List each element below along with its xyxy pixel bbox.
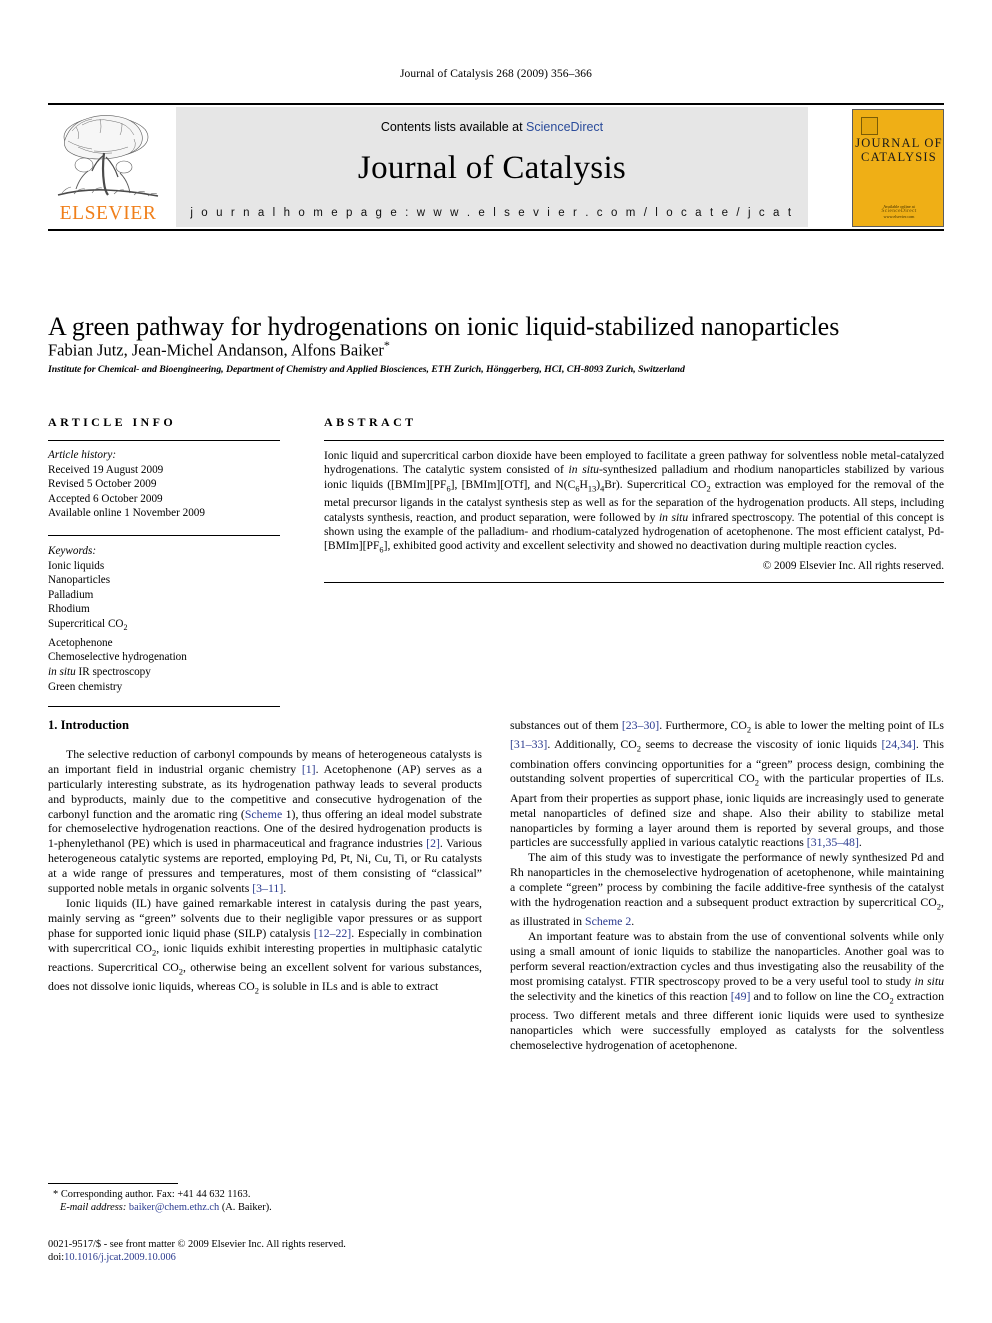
keyword-item: Acetophenone	[48, 636, 113, 649]
imprint-line: 0021-9517/$ - see front matter © 2009 El…	[48, 1239, 346, 1250]
keyword-item: Nanoparticles	[48, 574, 111, 587]
journal-title: Journal of Catalysis	[357, 150, 627, 186]
doi-link[interactable]: 10.1016/j.jcat.2009.10.006	[64, 1252, 176, 1263]
keyword-item: Chemoselective hydrogenation	[48, 651, 187, 664]
citation-link[interactable]: [31,35–48]	[807, 835, 859, 849]
cover-title-line1: JOURNAL OF	[855, 136, 943, 150]
abstract-section: ABSTRACT Ionic liquid and supercritical …	[324, 415, 944, 583]
article-history-label: Article history:	[48, 449, 117, 461]
citation-link[interactable]: [23–30]	[622, 718, 659, 732]
journal-homepage[interactable]: j o u r n a l h o m e p a g e : w w w . …	[176, 207, 808, 219]
article-info-bottom-rule	[48, 706, 280, 708]
history-revised: Revised 5 October 2009	[48, 478, 157, 491]
history-online: Available online 1 November 2009	[48, 507, 205, 520]
footnote-rule	[48, 1183, 178, 1184]
doi-label: doi:	[48, 1252, 65, 1264]
contents-prefix: Contents lists available at	[380, 120, 527, 134]
keyword-item: Ionic liquids	[48, 559, 105, 572]
paragraph: The aim of this study was to investigate…	[510, 850, 944, 929]
corresponding-author-footnote: * Corresponding author. Fax: +41 44 632 …	[48, 1183, 482, 1214]
email-link[interactable]: baiker@chem.ethz.ch	[129, 1202, 219, 1213]
imprint-block: 0021-9517/$ - see front matter © 2009 El…	[48, 1238, 488, 1265]
abstract-copyright: © 2009 Elsevier Inc. All rights reserved…	[762, 559, 944, 572]
keyword-item: Rhodium	[48, 603, 90, 616]
journal-masthead: ELSEVIER Contents lists available at Sci…	[48, 103, 944, 231]
citation-link[interactable]: [3–11]	[252, 881, 283, 895]
abstract-bottom-rule	[324, 581, 944, 583]
citation-link[interactable]: [1]	[302, 762, 316, 776]
citation-link[interactable]: [49]	[731, 989, 751, 1003]
paragraph: Ionic liquids (IL) have gained remarkabl…	[48, 895, 482, 996]
keyword-item: in situ IR spectroscopy	[48, 665, 151, 678]
keywords-label: Keywords:	[48, 544, 97, 557]
citation-link[interactable]: [31–33]	[510, 737, 547, 751]
introduction-left-column: 1. Introduction The selective reduction …	[48, 718, 482, 998]
asterisk-icon: *	[53, 1189, 59, 1200]
cover-footer-line3: www.elsevier.com	[883, 214, 915, 219]
keyword-item: Supercritical CO2	[48, 617, 128, 633]
article-info-heading: ARTICLE INFO	[48, 415, 177, 429]
cover-title-line2: CATALYSIS	[861, 150, 937, 164]
contents-line: Contents lists available at ScienceDirec…	[176, 120, 808, 134]
paragraph: The selective reduction of carbonyl comp…	[48, 746, 482, 896]
elsevier-tree-icon	[57, 115, 159, 197]
history-received: Received 19 August 2009	[48, 463, 164, 476]
journal-cover-thumbnail: JOURNAL OF CATALYSIS Available online at…	[852, 109, 944, 227]
keyword-item: Palladium	[48, 588, 94, 601]
citation-link[interactable]: [12–22]	[314, 926, 351, 940]
section-heading-introduction: 1. Introduction	[48, 718, 129, 732]
introduction-right-column: substances out of them [23–30]. Furtherm…	[510, 718, 944, 1053]
history-accepted: Accepted 6 October 2009	[48, 492, 163, 505]
paragraph: An important feature was to abstain from…	[510, 929, 944, 1052]
abstract-heading: ABSTRACT	[324, 415, 417, 429]
footnote-corresponding: * Corresponding author. Fax: +41 44 632 …	[48, 1188, 482, 1201]
article-history: Article history: Received 19 August 2009…	[48, 448, 280, 521]
cover-footer: Available online at ScienceDirect www.el…	[853, 204, 945, 219]
footnote-corresponding-text: Corresponding author. Fax: +41 44 632 11…	[60, 1189, 251, 1200]
keywords-rule	[48, 534, 280, 536]
citation-link[interactable]: [2]	[426, 836, 440, 850]
paragraph: substances out of them [23–30]. Furtherm…	[510, 718, 944, 850]
footnote-email: E-mail address: baiker@chem.ethz.ch (A. …	[48, 1201, 482, 1214]
keywords-list: Keywords: Ionic liquids Nanoparticles Pa…	[48, 544, 280, 694]
doi-line: doi:10.1016/j.jcat.2009.10.006	[48, 1251, 488, 1264]
scheme-link[interactable]: Scheme	[245, 807, 282, 821]
elsevier-wordmark: ELSEVIER	[59, 203, 157, 224]
sciencedirect-link[interactable]: ScienceDirect	[526, 120, 603, 134]
running-head: Journal of Catalysis 268 (2009) 356–366	[399, 68, 593, 80]
cover-elsevier-icon	[861, 117, 878, 135]
article-info-section: ARTICLE INFO Article history: Received 1…	[48, 415, 280, 708]
abstract-text: Ionic liquid and supercritical carbon di…	[324, 449, 945, 555]
article-page: Journal of Catalysis 268 (2009) 356–366	[0, 0, 992, 1323]
keyword-item: Green chemistry	[48, 680, 123, 693]
email-suffix: (A. Baiker).	[221, 1202, 272, 1214]
author-names: Fabian Jutz, Jean-Michel Andanson, Alfon…	[48, 340, 384, 360]
abstract-rule	[324, 440, 944, 441]
journal-banner: Contents lists available at ScienceDirec…	[176, 107, 808, 227]
article-info-rule	[48, 440, 280, 441]
email-label: E-mail address:	[60, 1202, 127, 1214]
author-list: Fabian Jutz, Jean-Michel Andanson, Alfon…	[48, 338, 944, 361]
citation-link[interactable]: [24,34]	[881, 737, 915, 751]
scheme-link[interactable]: Scheme 2	[585, 914, 631, 928]
cover-title: JOURNAL OF CATALYSIS	[853, 136, 945, 164]
elsevier-logo: ELSEVIER	[48, 111, 168, 229]
corresponding-author-marker: *	[383, 338, 390, 352]
affiliation: Institute for Chemical- and Bioengineeri…	[48, 364, 685, 375]
